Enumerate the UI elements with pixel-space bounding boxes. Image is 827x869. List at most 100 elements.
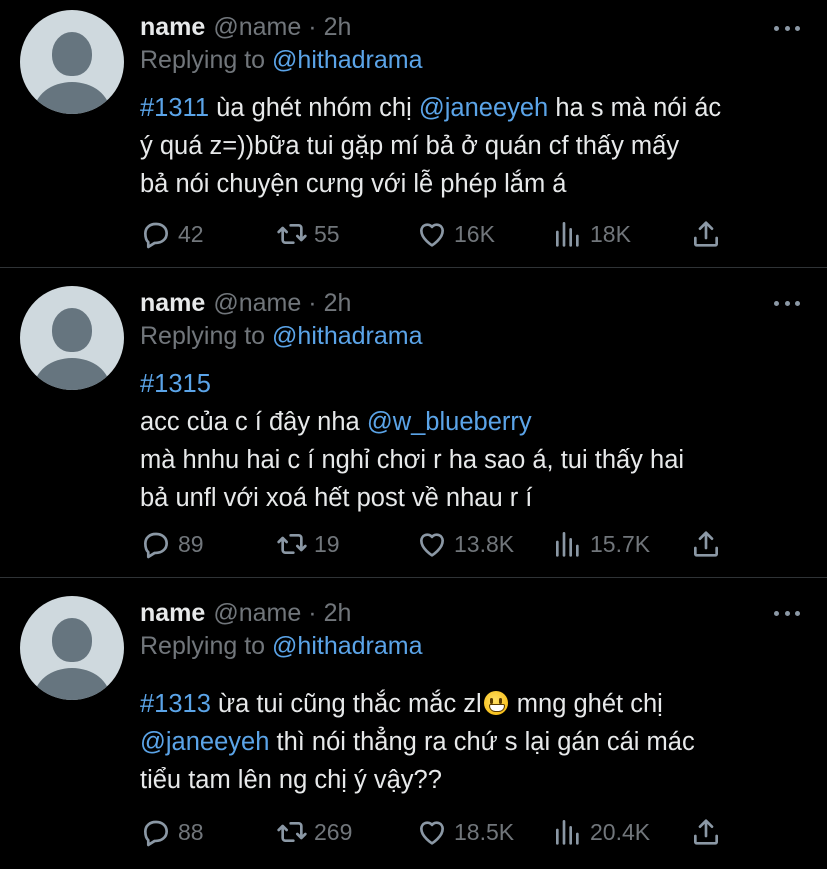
- user-handle[interactable]: @name: [213, 289, 301, 318]
- like-count: 18.5K: [454, 818, 515, 845]
- more-icon[interactable]: [774, 298, 800, 308]
- share-button[interactable]: [690, 527, 722, 561]
- views-count: 15.7K: [590, 530, 651, 557]
- reply-button[interactable]: 89: [140, 527, 204, 561]
- display-name[interactable]: name: [140, 289, 205, 318]
- tweet-header: name @name · 2h: [140, 10, 351, 44]
- text-segment: bả unfl với xoá hết post về nhau r í: [140, 484, 533, 512]
- text-segment: bả nói chuyện cưng với lễ phép lắm á: [140, 170, 567, 198]
- views-count: 18K: [590, 220, 631, 247]
- tweet[interactable]: name @name · 2h Replying to @hithadrama …: [0, 579, 827, 869]
- timestamp[interactable]: 2h: [324, 289, 352, 318]
- share-button[interactable]: [690, 217, 722, 251]
- reply-icon: [144, 820, 168, 847]
- tweet[interactable]: name @name · 2h Replying to @hithadrama …: [0, 0, 827, 268]
- hashtag-link[interactable]: #1315: [140, 370, 211, 398]
- tweet-text-line: acc của c í đây nha @w_blueberry: [140, 403, 810, 441]
- tweet-text: #1315 acc của c í đây nha @w_blueberry mà …: [140, 365, 810, 517]
- replying-to: Replying to @hithadrama: [140, 322, 422, 351]
- mention-link[interactable]: @janeeyeh: [140, 728, 269, 756]
- like-button[interactable]: 18.5K: [416, 815, 514, 849]
- user-handle[interactable]: @name: [213, 13, 301, 42]
- replying-label: Replying to: [140, 632, 266, 660]
- tweet-header: name @name · 2h: [140, 286, 351, 320]
- separator: ·: [308, 288, 317, 317]
- tweet-text-line: mà hnhu hai c í nghỉ chơi r ha sao á, tu…: [140, 441, 810, 479]
- reply-icon: [144, 222, 168, 249]
- replying-to: Replying to @hithadrama: [140, 632, 422, 661]
- views-count: 20.4K: [590, 818, 651, 845]
- separator: ·: [308, 12, 317, 41]
- tweet-text-line: #1311 ùa ghét nhóm chị @janeeyeh ha s mà…: [140, 89, 810, 127]
- display-name[interactable]: name: [140, 599, 205, 628]
- like-count: 16K: [454, 220, 495, 247]
- reply-count: 42: [178, 220, 204, 247]
- heart-icon: [420, 223, 444, 247]
- reply-count: 88: [178, 818, 204, 845]
- text-segment: ùa ghét nhóm chị: [209, 94, 419, 122]
- retweet-icon: [277, 224, 307, 244]
- tweet-actions: 88 269 18.5K 20.4K: [140, 815, 740, 849]
- retweet-button[interactable]: 55: [276, 217, 340, 251]
- tweet-text-line: @janeeyeh thì nói thẳng ra chứ s lại gán…: [140, 723, 810, 761]
- views-icon: [556, 532, 579, 557]
- text-segment: mà hnhu hai c í nghỉ chơi r ha sao á, tu…: [140, 446, 685, 474]
- tweet-text-line: ý quá z=))bữa tui gặp mí bả ở quán cf th…: [140, 127, 810, 165]
- timestamp[interactable]: 2h: [324, 599, 352, 628]
- user-handle[interactable]: @name: [213, 599, 301, 628]
- text-segment: ha s mà nói ác: [548, 94, 722, 122]
- reply-icon: [144, 532, 168, 559]
- text-segment: mng ghét chị: [509, 690, 663, 718]
- views-button[interactable]: 15.7K: [552, 527, 650, 561]
- reply-button[interactable]: 42: [140, 217, 204, 251]
- avatar[interactable]: [20, 286, 124, 390]
- hashtag-link[interactable]: #1313: [140, 690, 211, 718]
- text-segment: acc của c í đây nha: [140, 408, 367, 436]
- grinning-face-emoji: [483, 691, 508, 715]
- tweet-actions: 89 19 13.8K 15.7K: [140, 527, 740, 561]
- share-icon: [694, 819, 718, 845]
- replying-label: Replying to: [140, 46, 266, 74]
- retweet-button[interactable]: 19: [276, 527, 340, 561]
- text-segment: tiểu tam lên ng chị ý vậy??: [140, 766, 442, 794]
- tweet-text-line: tiểu tam lên ng chị ý vậy??: [140, 761, 810, 799]
- text-segment: ừa tui cũng thắc mắc zl: [210, 690, 482, 718]
- more-icon[interactable]: [774, 23, 800, 33]
- tweet-header: name @name · 2h: [140, 596, 351, 630]
- views-icon: [556, 820, 579, 845]
- text-segment: thì nói thẳng ra chứ s lại gán cái mác: [269, 728, 695, 756]
- replying-mention[interactable]: @hithadrama: [272, 46, 422, 74]
- hashtag-link[interactable]: #1311: [140, 94, 209, 122]
- retweet-count: 55: [314, 220, 340, 247]
- separator: ·: [308, 598, 317, 627]
- avatar[interactable]: [20, 10, 124, 114]
- mention-link[interactable]: @w_blueberry: [367, 408, 532, 436]
- reply-button[interactable]: 88: [140, 815, 204, 849]
- more-icon[interactable]: [774, 608, 800, 618]
- replying-mention[interactable]: @hithadrama: [272, 322, 422, 350]
- timestamp[interactable]: 2h: [324, 13, 352, 42]
- reply-count: 89: [178, 530, 204, 557]
- tweet-text: #1313 ừa tui cũng thắc mắc zl mng ghét c…: [140, 685, 810, 799]
- share-button[interactable]: [690, 815, 722, 849]
- tweet-actions: 42 55 16K 18K: [140, 217, 740, 251]
- text-segment: ý quá z=))bữa tui gặp mí bả ở quán cf th…: [140, 132, 680, 160]
- tweet-text-line: bả nói chuyện cưng với lễ phép lắm á: [140, 165, 810, 203]
- heart-icon: [420, 533, 444, 557]
- tweet[interactable]: name @name · 2h Replying to @hithadrama …: [0, 269, 827, 578]
- like-button[interactable]: 16K: [416, 217, 495, 251]
- avatar[interactable]: [20, 596, 124, 700]
- retweet-button[interactable]: 269: [276, 815, 352, 849]
- tweet-feed: name @name · 2h Replying to @hithadrama …: [0, 0, 827, 869]
- like-button[interactable]: 13.8K: [416, 527, 514, 561]
- views-button[interactable]: 20.4K: [552, 815, 650, 849]
- retweet-count: 19: [314, 530, 340, 557]
- replying-mention[interactable]: @hithadrama: [272, 632, 422, 660]
- share-icon: [694, 531, 718, 557]
- heart-icon: [420, 821, 444, 845]
- views-button[interactable]: 18K: [552, 217, 631, 251]
- retweet-icon: [277, 534, 307, 554]
- display-name[interactable]: name: [140, 13, 205, 42]
- mention-link[interactable]: @janeeyeh: [419, 94, 548, 122]
- replying-to: Replying to @hithadrama: [140, 46, 422, 75]
